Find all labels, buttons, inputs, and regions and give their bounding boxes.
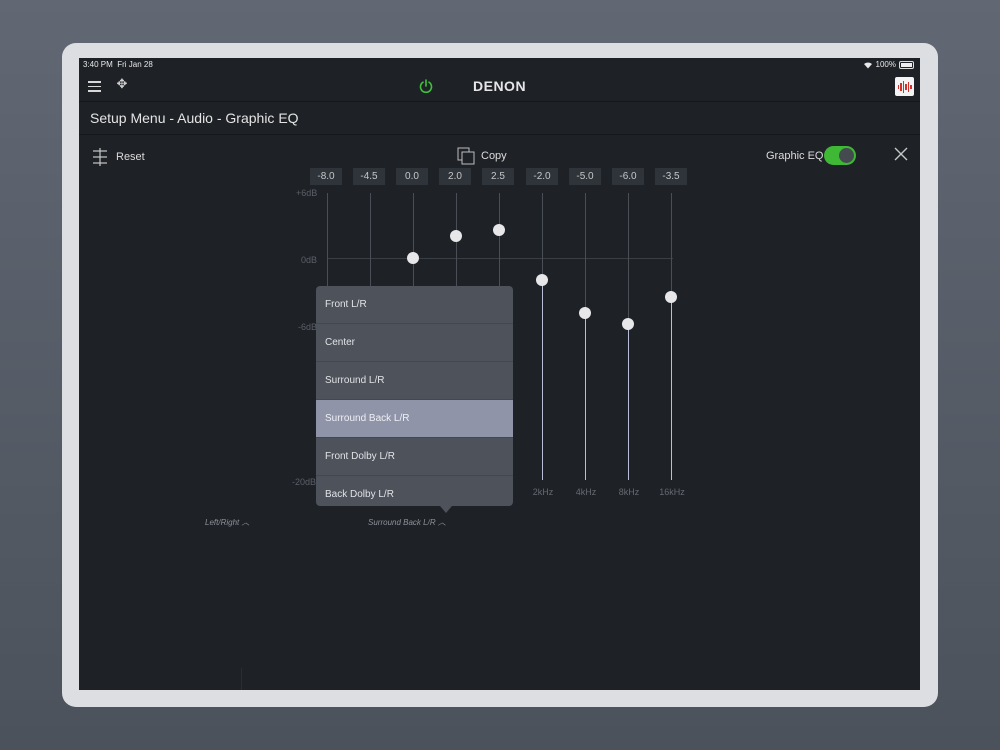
eq-slider-track-7[interactable] (585, 193, 586, 480)
status-bar: 3:40 PM Fri Jan 28 100% (79, 58, 920, 71)
close-icon[interactable] (893, 146, 909, 162)
dropdown-item-center[interactable]: Center (316, 324, 513, 362)
move-icon[interactable]: ✥ (115, 77, 129, 91)
eq-value-7: -5.0 (569, 168, 601, 185)
freq-label-4khz: 4kHz (575, 487, 597, 497)
divider-line (241, 668, 242, 690)
eq-value-9: -3.5 (655, 168, 687, 185)
power-icon[interactable] (418, 78, 434, 94)
dropdown-item-surround-back[interactable]: Surround Back L/R (316, 400, 513, 438)
heos-icon[interactable] (895, 77, 914, 96)
eq-slider-track-9[interactable] (671, 193, 672, 480)
eq-slider-knob-4[interactable] (450, 230, 462, 242)
battery-icon (899, 60, 914, 69)
chevron-up-icon: ︿ (241, 518, 250, 527)
dropdown-item-front-dolby[interactable]: Front Dolby L/R (316, 438, 513, 476)
brand-logo: DENON (473, 78, 527, 94)
eq-value-4: 2.0 (439, 168, 471, 185)
chevron-up-icon: ︿ (437, 518, 446, 527)
eq-value-6: -2.0 (526, 168, 558, 185)
db-label-0: 0dB (301, 255, 318, 265)
eq-value-1: -8.0 (310, 168, 342, 185)
eq-value-2: -4.5 (353, 168, 385, 185)
eq-slider-knob-3[interactable] (407, 252, 419, 264)
reset-button[interactable]: Reset (92, 148, 145, 166)
eq-slider-knob-9[interactable] (665, 291, 677, 303)
eq-value-3: 0.0 (396, 168, 428, 185)
dropdown-item-back-dolby[interactable]: Back Dolby L/R (316, 476, 513, 513)
graphic-eq-label: Graphic EQ (766, 150, 824, 162)
db-label-minus20: -20dB (292, 477, 317, 487)
db-label-plus6: +6dB (296, 188, 318, 198)
dropdown-item-surround[interactable]: Surround L/R (316, 362, 513, 400)
db-label-minus6: -6dB (298, 322, 318, 332)
wifi-icon (863, 61, 872, 68)
dropdown-pointer (440, 506, 452, 513)
left-right-selector[interactable]: Left/Right ︿ (205, 517, 249, 528)
left-right-label: Left/Right (205, 518, 240, 527)
eq-slider-knob-7[interactable] (579, 307, 591, 319)
channel-selector[interactable]: Surround Back L/R ︿ (368, 517, 446, 528)
copy-icon (457, 147, 475, 165)
channel-selector-label: Surround Back L/R (368, 518, 436, 527)
graphic-eq-toggle[interactable] (824, 146, 856, 165)
copy-button[interactable]: Copy (457, 147, 507, 165)
channel-dropdown: Front L/R Center Surround L/R Surround B… (316, 286, 513, 513)
status-right: 100% (863, 58, 914, 71)
eq-value-5: 2.5 (482, 168, 514, 185)
page-title: Setup Menu - Audio - Graphic EQ (90, 110, 299, 126)
freq-label-16khz: 16kHz (659, 487, 685, 497)
freq-label-8khz: 8kHz (618, 487, 640, 497)
title-bar: Setup Menu - Audio - Graphic EQ (79, 102, 920, 135)
battery-percent: 100% (875, 60, 896, 69)
eq-slider-track-6[interactable] (542, 193, 543, 480)
equalizer-icon (93, 148, 107, 166)
top-bar: ✥ DENON (79, 71, 920, 102)
eq-slider-track-8[interactable] (628, 193, 629, 480)
zero-db-line (327, 258, 673, 259)
menu-icon[interactable] (88, 81, 101, 92)
reset-label: Reset (116, 151, 145, 163)
eq-value-8: -6.0 (612, 168, 644, 185)
eq-slider-knob-5[interactable] (493, 224, 505, 236)
eq-slider-knob-8[interactable] (622, 318, 634, 330)
copy-label: Copy (481, 150, 507, 162)
dropdown-item-front[interactable]: Front L/R (316, 286, 513, 324)
app-screen: 3:40 PM Fri Jan 28 100% ✥ DENON Setup Me… (79, 58, 920, 690)
eq-slider-knob-6[interactable] (536, 274, 548, 286)
status-time: 3:40 PM Fri Jan 28 (83, 60, 153, 69)
freq-label-2khz: 2kHz (532, 487, 554, 497)
